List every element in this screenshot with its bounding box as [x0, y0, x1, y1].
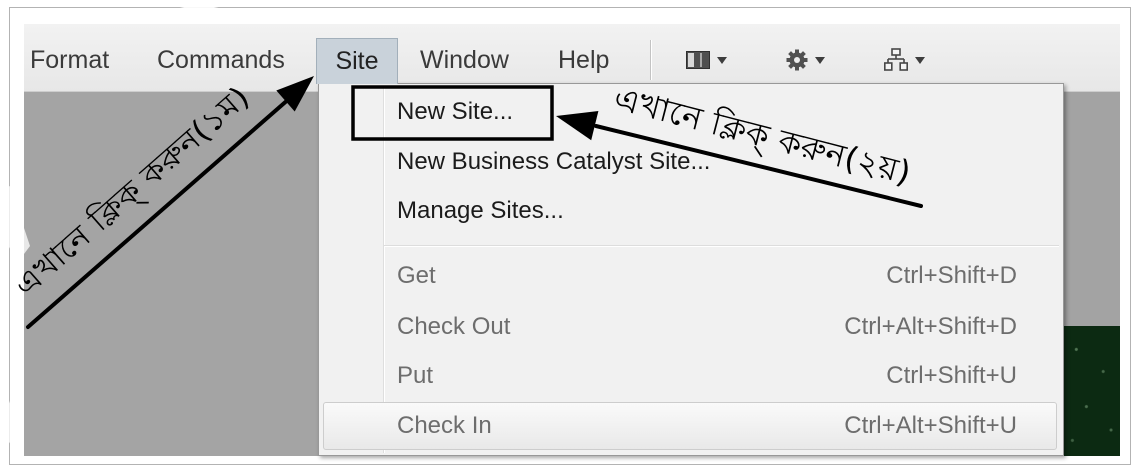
menu-item-manage-sites[interactable]: Manage Sites...: [323, 187, 1057, 235]
menu-item-check-out[interactable]: Check Out Ctrl+Alt+Shift+D: [323, 303, 1057, 351]
site-hierarchy-icon: [884, 48, 908, 71]
chevron-down-icon: [815, 56, 825, 64]
menu-separator: [384, 245, 1059, 246]
menu-item-label: Check Out: [397, 313, 511, 340]
menu-item-shortcut: Ctrl+Shift+U: [886, 362, 1017, 389]
menu-window[interactable]: Window: [420, 44, 509, 76]
menu-item-check-in[interactable]: Check In Ctrl+Alt+Shift+U: [323, 402, 1057, 450]
site-menu-button[interactable]: [884, 46, 925, 74]
workspace-panel-left: [24, 92, 318, 456]
menu-item-shortcut: Ctrl+Alt+Shift+D: [844, 313, 1017, 340]
site-menu-dropdown: New Site... New Business Catalyst Site..…: [318, 83, 1064, 456]
settings-menu-button[interactable]: [786, 46, 825, 74]
menu-item-shortcut: Ctrl+Shift+D: [886, 262, 1017, 289]
menu-item-new-business-catalyst-site[interactable]: New Business Catalyst Site...: [323, 138, 1057, 186]
menu-item-label: Check In: [397, 412, 492, 439]
menu-item-label: New Business Catalyst Site...: [397, 148, 711, 175]
chevron-down-icon: [915, 56, 925, 64]
toolbar-divider: [650, 40, 651, 80]
menu-item-label: Get: [397, 262, 436, 289]
menu-site[interactable]: Site: [316, 38, 398, 84]
menu-item-put[interactable]: Put Ctrl+Shift+U: [323, 352, 1057, 400]
menu-help[interactable]: Help: [558, 44, 609, 76]
design-canvas: [1064, 326, 1120, 456]
layout-icon: [686, 51, 710, 69]
chevron-down-icon: [717, 56, 727, 64]
menu-format[interactable]: Format: [30, 44, 109, 76]
menu-item-label: New Site...: [397, 98, 514, 125]
menu-item-label: Manage Sites...: [397, 197, 564, 224]
menu-item-shortcut: Ctrl+Alt+Shift+U: [844, 412, 1017, 439]
gear-icon: [786, 49, 808, 71]
menu-commands[interactable]: Commands: [157, 44, 285, 76]
menu-item-new-site[interactable]: New Site...: [323, 88, 1057, 136]
layout-menu-button[interactable]: [686, 46, 727, 74]
menu-item-label: Put: [397, 362, 434, 389]
menu-item-get[interactable]: Get Ctrl+Shift+D: [323, 252, 1057, 300]
menu-bar: Format Commands Site Window Help: [24, 24, 1120, 92]
workspace-panel-right: [1064, 92, 1120, 326]
